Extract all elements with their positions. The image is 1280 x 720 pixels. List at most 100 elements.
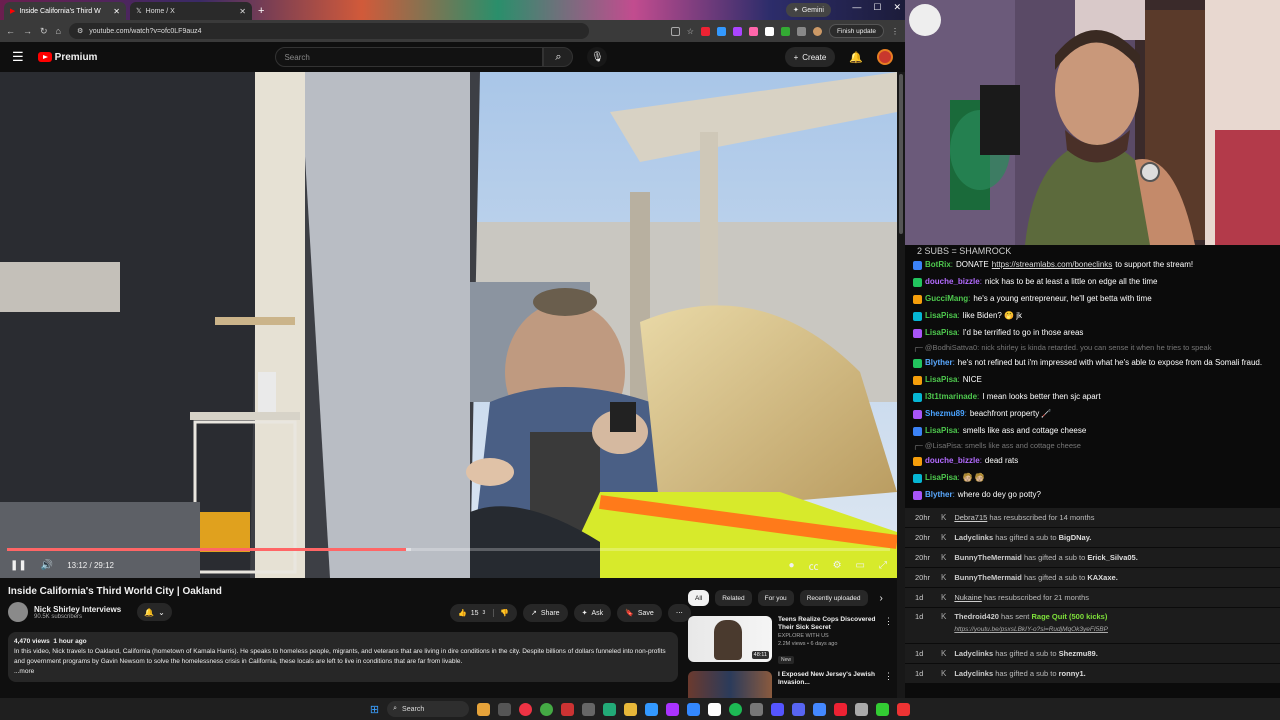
close-icon[interactable]: ✕: [113, 7, 120, 16]
site-info-icon[interactable]: ⚙: [77, 27, 83, 35]
chat-username[interactable]: LisaPisa: [925, 311, 957, 321]
app-icon[interactable]: [771, 702, 785, 716]
back-icon[interactable]: ←: [6, 26, 15, 36]
chat-username[interactable]: douche_bizzle: [925, 277, 980, 287]
app-icon[interactable]: [603, 702, 617, 716]
captions-icon[interactable]: ㏄: [809, 558, 819, 573]
chat-username[interactable]: Blyther: [925, 490, 953, 500]
more-vertical-icon[interactable]: ⋮: [884, 671, 893, 698]
description-box[interactable]: 4,470 views 1 hour ago In this video, Ni…: [8, 632, 678, 682]
share-button[interactable]: ↗ Share: [523, 604, 568, 622]
app-icon[interactable]: [645, 702, 659, 716]
video-thumbnail[interactable]: 48:11: [688, 616, 772, 662]
save-button[interactable]: 🔖 Save: [617, 604, 662, 622]
youtube-logo[interactable]: Premium: [37, 52, 97, 63]
extension-icon[interactable]: [780, 26, 790, 36]
menu-dots-icon[interactable]: ⋮: [891, 27, 899, 36]
pause-icon[interactable]: ❚❚: [10, 560, 27, 571]
page-scrollbar[interactable]: [897, 72, 905, 698]
chat-username[interactable]: LisaPisa: [925, 473, 957, 483]
notifications-bell-icon[interactable]: 🔔: [849, 51, 863, 64]
chat-username[interactable]: LisaPisa: [925, 426, 957, 436]
event-username[interactable]: Ladyclinks: [954, 649, 993, 658]
chat-link[interactable]: https://streamlabs.com/boneclinks: [992, 260, 1113, 270]
tab-youtube[interactable]: ▶ Inside California's Third W ✕: [4, 2, 126, 20]
chat-username[interactable]: LisaPisa: [925, 328, 957, 338]
channel-name[interactable]: Nick Shirley Interviews: [34, 605, 121, 614]
app-icon[interactable]: [813, 702, 827, 716]
progress-bar[interactable]: [7, 548, 890, 551]
app-icon[interactable]: [750, 702, 764, 716]
voice-search-button[interactable]: 🎙: [587, 47, 608, 67]
settings-gear-icon[interactable]: ⚙: [833, 560, 842, 571]
app-icon[interactable]: [792, 702, 806, 716]
extension-icon[interactable]: [716, 26, 726, 36]
chat-username[interactable]: BotRix: [925, 260, 951, 270]
chat-username[interactable]: l3t1tmarinade: [925, 392, 977, 402]
extension-icon[interactable]: [748, 26, 758, 36]
finish-update-button[interactable]: Finish update: [828, 24, 884, 38]
chat-username[interactable]: Shezmu89: [925, 409, 965, 419]
maximize-icon[interactable]: ☐: [873, 2, 881, 13]
video-player[interactable]: ❚❚ 🔊 13:12 / 29:12 ● ㏄ ⚙ ▭ ⤢: [0, 72, 897, 578]
chat-username[interactable]: Blyther: [925, 358, 953, 368]
reload-icon[interactable]: ↻: [40, 26, 48, 37]
close-icon[interactable]: ✕: [239, 7, 246, 16]
chat-username[interactable]: douche_bizzle: [925, 456, 980, 466]
app-icon[interactable]: [582, 702, 596, 716]
chip-for-you[interactable]: For you: [757, 590, 794, 606]
like-button[interactable]: 👍 15 3 👎: [450, 604, 518, 622]
new-tab-icon[interactable]: +: [258, 5, 264, 17]
event-username[interactable]: Debra715: [954, 513, 987, 522]
extension-icon[interactable]: [764, 26, 774, 36]
autoplay-toggle-icon[interactable]: ●: [789, 560, 795, 571]
taskbar-search[interactable]: ⌕ Search: [387, 701, 470, 717]
event-username[interactable]: Ladyclinks: [954, 533, 993, 542]
volume-icon[interactable]: 🔊: [41, 560, 53, 571]
tab-x[interactable]: 𝕏 Home / X ✕: [130, 2, 252, 20]
extension-icon[interactable]: [732, 26, 742, 36]
channel-avatar[interactable]: [8, 602, 28, 622]
forward-icon[interactable]: →: [23, 26, 32, 36]
windows-start-icon[interactable]: ⊞: [370, 703, 379, 716]
app-icon[interactable]: [897, 702, 911, 716]
app-icon[interactable]: [561, 702, 575, 716]
chip-related[interactable]: Related: [715, 590, 752, 606]
search-input[interactable]: Search: [275, 47, 544, 67]
ask-button[interactable]: ✦ Ask: [573, 604, 612, 622]
event-username[interactable]: BunnyTheMermaid: [954, 553, 1022, 562]
more-vertical-icon[interactable]: ⋮: [884, 616, 893, 666]
app-icon[interactable]: [708, 702, 722, 716]
event-username[interactable]: Ladyclinks: [954, 669, 993, 678]
recommendation-item[interactable]: I Exposed New Jersey's Jewish Invasion..…: [688, 671, 893, 698]
chrome-icon[interactable]: [519, 702, 533, 716]
recommendation-item[interactable]: 48:11 Teens Realize Cops Discovered Thei…: [688, 616, 893, 666]
account-avatar[interactable]: [877, 49, 893, 65]
video-thumbnail[interactable]: [688, 671, 772, 698]
profile-icon[interactable]: [812, 26, 822, 36]
bookmark-star-icon[interactable]: ☆: [687, 27, 694, 36]
menu-icon[interactable]: ☰: [12, 49, 24, 65]
url-field[interactable]: ⚙ youtube.com/watch?v=ofc0LF9auz4: [68, 23, 589, 39]
more-link[interactable]: ...more: [14, 667, 672, 677]
chip-all[interactable]: All: [688, 590, 710, 606]
chevron-right-icon[interactable]: ›: [880, 593, 883, 604]
chrome-icon[interactable]: [540, 702, 554, 716]
chip-recently-uploaded[interactable]: Recently uploaded: [799, 590, 868, 606]
miniplayer-icon[interactable]: ▭: [856, 560, 865, 571]
chat-username[interactable]: GucciMang: [925, 294, 968, 304]
gemini-button[interactable]: ✦ Gemini: [785, 3, 831, 17]
minimize-icon[interactable]: —: [852, 2, 861, 13]
event-link[interactable]: https://youtu.be/psxsLBkIY-o?si=RudjMqOk…: [954, 626, 1108, 633]
extension-icon[interactable]: [700, 26, 710, 36]
fullscreen-icon[interactable]: ⤢: [879, 560, 887, 571]
folder-icon[interactable]: [624, 702, 638, 716]
chat-username[interactable]: LisaPisa: [925, 375, 957, 385]
create-button[interactable]: + Create: [784, 47, 836, 67]
app-icon[interactable]: [666, 702, 680, 716]
event-username[interactable]: BunnyTheMermaid: [954, 573, 1022, 582]
app-icon[interactable]: [876, 702, 890, 716]
app-icon[interactable]: [834, 702, 848, 716]
search-button[interactable]: ⌕: [543, 47, 574, 67]
close-window-icon[interactable]: ✕: [893, 2, 901, 13]
